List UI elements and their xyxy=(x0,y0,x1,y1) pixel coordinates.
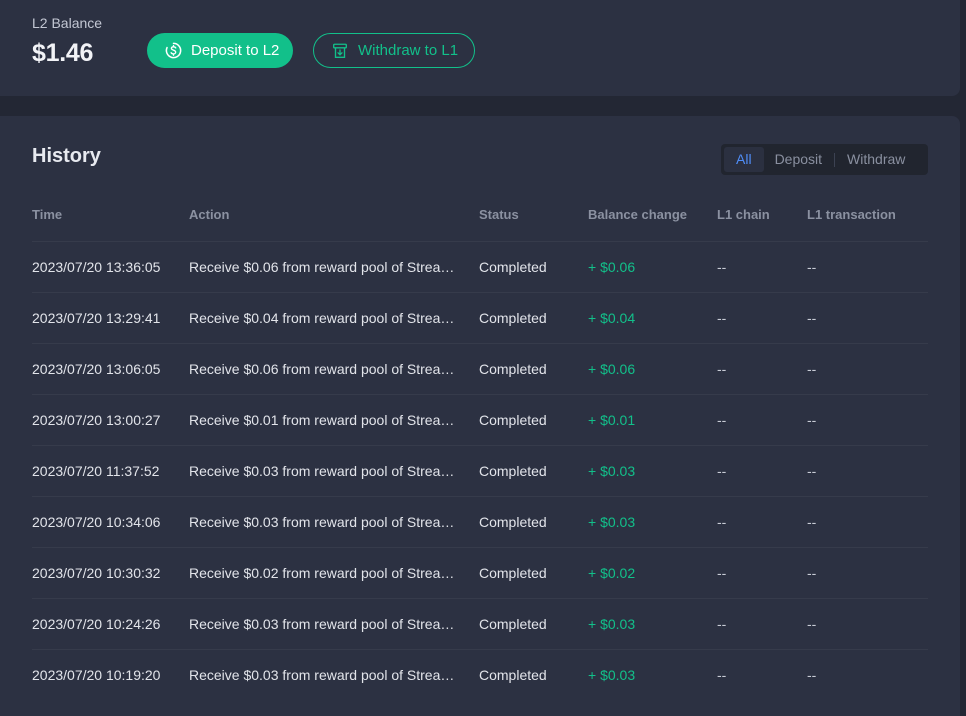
row-l1-chain: -- xyxy=(717,616,727,632)
row-divider xyxy=(32,445,928,446)
deposit-button[interactable]: Deposit to L2 xyxy=(147,33,293,68)
row-status: Completed xyxy=(479,412,547,428)
row-action: Receive $0.02 from reward pool of Stream… xyxy=(189,565,464,581)
balance-value: $1.46 xyxy=(32,39,94,67)
row-divider xyxy=(32,241,928,242)
row-action: Receive $0.06 from reward pool of Stream… xyxy=(189,259,464,275)
table-row: 2023/07/20 10:24:26 Receive $0.03 from re… xyxy=(0,598,960,649)
history-filter: All Deposit Withdraw xyxy=(721,144,928,175)
header-time: Time xyxy=(32,207,63,222)
row-l1-transaction: -- xyxy=(807,310,817,326)
row-action: Receive $0.01 from reward pool of Stream… xyxy=(189,412,464,428)
row-time: 2023/07/20 10:34:06 xyxy=(32,514,161,530)
row-status: Completed xyxy=(479,310,547,326)
row-time: 2023/07/20 13:36:05 xyxy=(32,259,161,275)
row-status: Completed xyxy=(479,514,547,530)
header-status: Status xyxy=(479,207,519,222)
row-time: 2023/07/20 13:00:27 xyxy=(32,412,161,428)
row-l1-transaction: -- xyxy=(807,463,817,479)
row-time: 2023/07/20 11:37:52 xyxy=(32,463,160,479)
row-status: Completed xyxy=(479,565,547,581)
row-balance-change: + $0.03 xyxy=(588,616,636,632)
table-row: 2023/07/20 13:29:41 Receive $0.04 from re… xyxy=(0,292,960,343)
row-action: Receive $0.03 from reward pool of Stream… xyxy=(189,514,464,530)
row-status: Completed xyxy=(479,361,547,377)
table-row: 2023/07/20 11:37:52 Receive $0.03 from re… xyxy=(0,445,960,496)
row-action: Receive $0.03 from reward pool of Stream… xyxy=(189,463,464,479)
row-balance-change: + $0.03 xyxy=(588,514,636,530)
row-l1-transaction: -- xyxy=(807,565,817,581)
table-row: 2023/07/20 13:06:05 Receive $0.06 from re… xyxy=(0,343,960,394)
row-balance-change: + $0.06 xyxy=(588,259,636,275)
row-l1-chain: -- xyxy=(717,259,727,275)
row-balance-change: + $0.06 xyxy=(588,361,636,377)
row-l1-transaction: -- xyxy=(807,259,817,275)
row-l1-chain: -- xyxy=(717,565,727,581)
table-row: 2023/07/20 13:36:05 Receive $0.06 from re… xyxy=(0,241,960,292)
row-balance-change: + $0.04 xyxy=(588,310,636,326)
row-l1-chain: -- xyxy=(717,514,727,530)
row-divider xyxy=(32,547,928,548)
row-divider xyxy=(32,343,928,344)
header-l1-chain: L1 chain xyxy=(717,207,770,222)
filter-all-tab[interactable]: All xyxy=(724,147,764,172)
row-time: 2023/07/20 13:29:41 xyxy=(32,310,161,326)
filter-divider xyxy=(834,152,836,167)
row-balance-change: + $0.03 xyxy=(588,463,636,479)
row-time: 2023/07/20 10:19:20 xyxy=(32,667,161,683)
row-status: Completed xyxy=(479,259,547,275)
balance-label: L2 Balance xyxy=(32,15,103,31)
row-divider xyxy=(32,292,928,293)
row-balance-change: + $0.01 xyxy=(588,412,636,428)
row-divider xyxy=(32,394,928,395)
row-l1-chain: -- xyxy=(717,361,727,377)
dollar-circle-icon xyxy=(163,41,183,61)
withdraw-button-label: Withdraw to L1 xyxy=(358,42,459,59)
row-status: Completed xyxy=(479,616,547,632)
withdraw-card-icon xyxy=(330,41,350,61)
table-row: 2023/07/20 10:34:06 Receive $0.03 from re… xyxy=(0,496,960,547)
row-l1-transaction: -- xyxy=(807,361,817,377)
filter-deposit-tab[interactable]: Deposit xyxy=(775,147,822,172)
table-row: 2023/07/20 10:19:20 Receive $0.03 from re… xyxy=(0,649,960,700)
row-l1-chain: -- xyxy=(717,412,727,428)
row-balance-change: + $0.03 xyxy=(588,667,636,683)
header-l1-transaction: L1 transaction xyxy=(807,207,896,222)
row-status: Completed xyxy=(479,463,547,479)
row-time: 2023/07/20 13:06:05 xyxy=(32,361,161,377)
history-table-body: 2023/07/20 13:36:05 Receive $0.06 from re… xyxy=(0,241,960,700)
row-divider xyxy=(32,598,928,599)
row-l1-transaction: -- xyxy=(807,514,817,530)
row-divider xyxy=(32,496,928,497)
balance-card: L2 Balance $1.46 Deposit to L2 Withdraw … xyxy=(0,0,960,96)
row-status: Completed xyxy=(479,667,547,683)
row-l1-chain: -- xyxy=(717,310,727,326)
row-balance-change: + $0.02 xyxy=(588,565,636,581)
history-title: History xyxy=(32,145,101,167)
row-l1-transaction: -- xyxy=(807,616,817,632)
row-action: Receive $0.06 from reward pool of Stream… xyxy=(189,361,464,377)
row-divider xyxy=(32,649,928,650)
row-l1-chain: -- xyxy=(717,667,727,683)
history-card: History All Deposit Withdraw Time Action… xyxy=(0,116,960,716)
header-balance-change: Balance change xyxy=(588,207,687,222)
table-header: Time Action Status Balance change L1 cha… xyxy=(0,207,960,227)
row-action: Receive $0.03 from reward pool of Stream… xyxy=(189,667,464,683)
row-l1-transaction: -- xyxy=(807,412,817,428)
row-l1-chain: -- xyxy=(717,463,727,479)
row-action: Receive $0.03 from reward pool of Stream… xyxy=(189,616,464,632)
table-row: 2023/07/20 10:30:32 Receive $0.02 from re… xyxy=(0,547,960,598)
row-l1-transaction: -- xyxy=(807,667,817,683)
deposit-button-label: Deposit to L2 xyxy=(191,42,280,59)
header-action: Action xyxy=(189,207,230,222)
row-action: Receive $0.04 from reward pool of Stream… xyxy=(189,310,464,326)
table-row: 2023/07/20 13:00:27 Receive $0.01 from re… xyxy=(0,394,960,445)
filter-withdraw-tab[interactable]: Withdraw xyxy=(847,147,905,172)
row-time: 2023/07/20 10:30:32 xyxy=(32,565,161,581)
withdraw-button[interactable]: Withdraw to L1 xyxy=(313,33,475,68)
row-time: 2023/07/20 10:24:26 xyxy=(32,616,161,632)
